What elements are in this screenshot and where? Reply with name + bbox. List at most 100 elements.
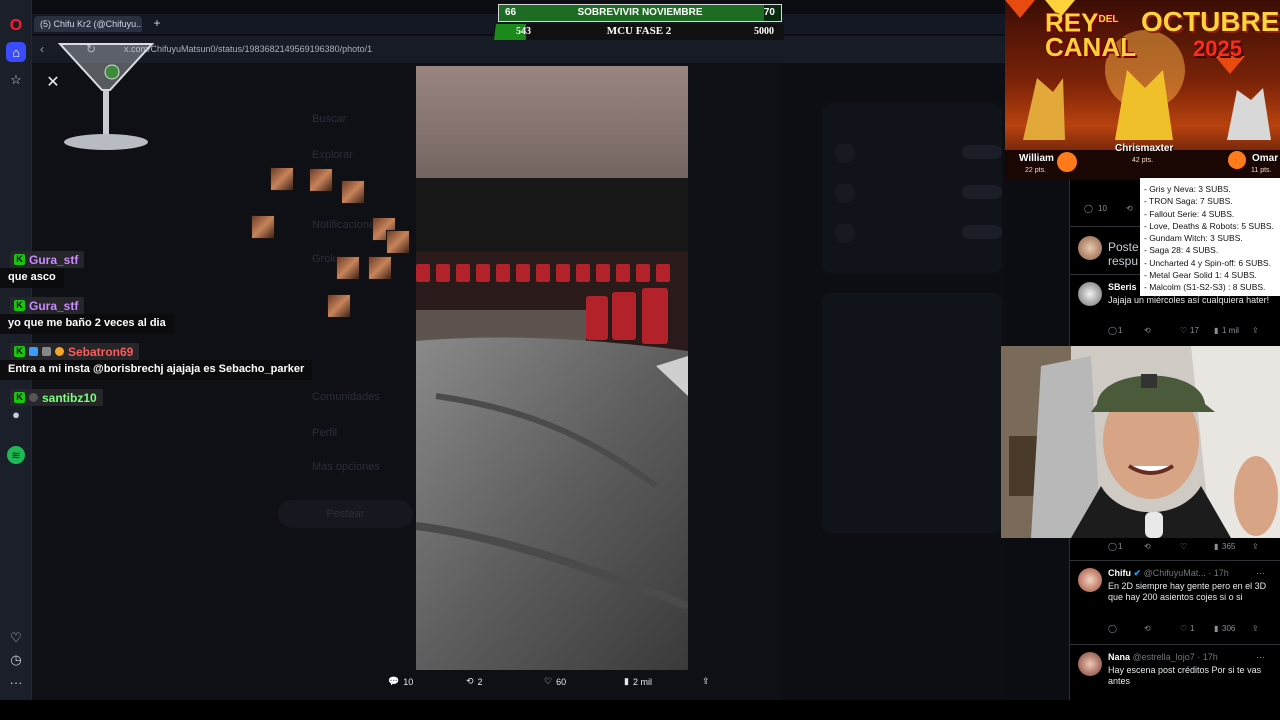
repost-icon[interactable]: ⟲ xyxy=(1126,204,1133,213)
subs-list-item: - TRON Saga: 7 SUBS. xyxy=(1144,196,1233,207)
tweet-text: respu xyxy=(1108,254,1139,268)
share-icon[interactable]: ⇪ xyxy=(1252,624,1259,633)
player-points: 42 pts. xyxy=(1132,157,1154,164)
badge-icon xyxy=(29,393,38,402)
repost-icon[interactable]: ⟲ xyxy=(1144,624,1151,633)
repost-icon[interactable]: ⟲ xyxy=(1144,326,1151,335)
tweet-author-row: Chifu ✔ @ChifuyuMat... · 17h xyxy=(1108,568,1229,579)
goal-title: SOBREVIVIR NOVIEMBRE xyxy=(577,7,703,18)
emote-image xyxy=(327,294,351,318)
repost-icon[interactable]: ⟲ xyxy=(1144,542,1151,551)
views-icon[interactable]: ▮ xyxy=(1214,624,1218,633)
heart-icon[interactable]: ♡ xyxy=(6,628,26,648)
tweet-stats: ◯ ⟲ ♡ 1 ▮ 306 ⇪ xyxy=(1108,624,1278,636)
goal-bar-mcu: 543 MCU FASE 2 5000 xyxy=(494,24,784,40)
views-icon[interactable]: ▮ xyxy=(1214,542,1218,551)
url-field[interactable]: x.com/ChifuyuMatsun0/status/198368214956… xyxy=(124,44,372,54)
heart-icon[interactable]: ♡ xyxy=(1180,624,1187,633)
chat-username-tag: K santibz10 xyxy=(10,389,103,406)
avatar[interactable] xyxy=(1078,282,1102,306)
opera-logo-icon[interactable]: O xyxy=(6,16,26,36)
martini-glass-icon xyxy=(57,43,155,150)
tweet-author[interactable]: Nana xyxy=(1108,652,1130,662)
view-count: 306 xyxy=(1222,624,1236,633)
home-icon[interactable]: ⌂ xyxy=(6,42,26,62)
reply-icon[interactable]: ◯ xyxy=(1108,326,1117,335)
chat-username[interactable]: Gura_stf xyxy=(29,299,78,313)
kick-badge-icon: K xyxy=(14,254,25,265)
rey-title: REYDEL CANAL xyxy=(1045,8,1136,62)
repost-button[interactable]: ⟲ 2 xyxy=(466,676,483,687)
chat-message: yo que me baño 2 veces al dia xyxy=(0,314,174,334)
subscriber-badge-icon xyxy=(29,347,38,356)
reply-count: 10 xyxy=(1098,204,1107,213)
reply-icon: 💬 xyxy=(388,676,400,686)
avatar[interactable] xyxy=(1078,236,1102,260)
player-name: Omar xyxy=(1252,153,1279,164)
stream-overlay-root: O ⌂ ☆ ● ≋ ♡ ◷ ··· (5) Chifu Kr2 (@Chifuy… xyxy=(0,0,1280,720)
divider xyxy=(1070,560,1280,561)
reply-icon[interactable]: ◯ xyxy=(1108,542,1117,551)
tweet-handle[interactable]: @estrella_lojo7 · 17h xyxy=(1133,652,1218,662)
subs-list-item: - Love, Deaths & Robots: 5 SUBS. xyxy=(1144,220,1274,231)
ghost-nav-item: Comunidades xyxy=(312,391,380,403)
emote-image xyxy=(386,230,410,254)
reply-icon[interactable]: ◯ xyxy=(1108,624,1117,633)
like-button[interactable]: ♡ 60 xyxy=(544,676,566,687)
tab-title: (5) Chifu Kr2 (@Chifuyu... xyxy=(40,19,142,29)
chat-message: Entra a mi insta @borisbrechj ajajaja es… xyxy=(0,360,313,380)
chat-username[interactable]: Sebatron69 xyxy=(68,345,133,359)
avatar[interactable] xyxy=(1078,568,1102,592)
reply-button[interactable]: 💬 10 xyxy=(388,676,413,687)
spotify-icon[interactable]: ≋ xyxy=(7,446,25,464)
tweet-handle[interactable]: @ChifuyuMat... · 17h xyxy=(1144,568,1229,578)
rey-title-part: CANAL xyxy=(1045,31,1136,62)
browser-tab[interactable]: (5) Chifu Kr2 (@Chifuyu... xyxy=(34,16,142,32)
ghost-nav-item: Más opciones xyxy=(312,461,380,473)
subs-list-item: - Uncharted 4 y Spin-off: 6 SUBS. xyxy=(1144,257,1271,268)
share-button[interactable]: ⇪ xyxy=(702,676,710,687)
avatar-icon[interactable]: ● xyxy=(6,404,26,424)
rey-year: 2025 xyxy=(1193,36,1242,61)
more-icon[interactable]: ··· xyxy=(6,672,26,692)
share-icon[interactable]: ⇪ xyxy=(1252,542,1259,551)
avatar[interactable] xyxy=(1078,652,1102,676)
more-icon[interactable]: ··· xyxy=(1256,568,1265,578)
view-count: 1 mil xyxy=(1222,326,1239,335)
new-tab-button[interactable]: + xyxy=(150,16,164,30)
player-name: Chrismaxter xyxy=(1115,143,1174,154)
goal-target: 70 xyxy=(763,7,775,18)
verified-icon: ✔ xyxy=(1133,568,1142,578)
player-points: 22 pts. xyxy=(1025,167,1047,174)
star-icon[interactable]: ☆ xyxy=(6,70,26,90)
reply-icon[interactable]: ◯ xyxy=(1084,204,1093,213)
views-button[interactable]: ▮ 2 mil xyxy=(624,676,652,687)
tweet-author[interactable]: Chifu xyxy=(1108,568,1131,578)
view-count: 2 mil xyxy=(632,676,652,687)
tweet-stats: ◯ 1 ⟲ ♡ 17 ▮ 1 mil ⇪ xyxy=(1108,326,1278,338)
subs-list-item: - Fallout Serie: 4 SUBS. xyxy=(1144,208,1235,219)
tweet-text: Poste xyxy=(1108,240,1139,254)
heart-icon[interactable]: ♡ xyxy=(1180,542,1187,551)
back-icon[interactable]: ‹ xyxy=(40,42,44,56)
tweet-author[interactable]: SBeris xyxy=(1108,282,1137,292)
history-icon[interactable]: ◷ xyxy=(6,650,26,670)
chat-username[interactable]: santibz10 xyxy=(42,391,97,405)
kick-badge-icon: K xyxy=(14,346,25,357)
views-icon[interactable]: ▮ xyxy=(1214,326,1218,335)
emote-image xyxy=(368,256,392,280)
heart-icon[interactable]: ♡ xyxy=(1180,326,1187,335)
subs-list-item: - Metal Gear Solid 1: 4 SUBS. xyxy=(1144,270,1257,281)
ghost-nav-item: Buscar xyxy=(312,113,347,125)
more-icon[interactable]: ··· xyxy=(1256,652,1265,662)
post-button[interactable]: Postear xyxy=(278,500,413,528)
tweet-photo[interactable] xyxy=(416,66,688,670)
share-icon[interactable]: ⇪ xyxy=(1252,326,1259,335)
chat-username[interactable]: Gura_stf xyxy=(29,253,78,267)
rey-month: OCTUBRE xyxy=(1141,6,1280,37)
view-count: 365 xyxy=(1222,542,1236,551)
emote-image xyxy=(341,180,365,204)
emote-image xyxy=(336,256,360,280)
heart-icon: ♡ xyxy=(544,676,553,686)
reply-count: 1 xyxy=(1118,326,1123,335)
